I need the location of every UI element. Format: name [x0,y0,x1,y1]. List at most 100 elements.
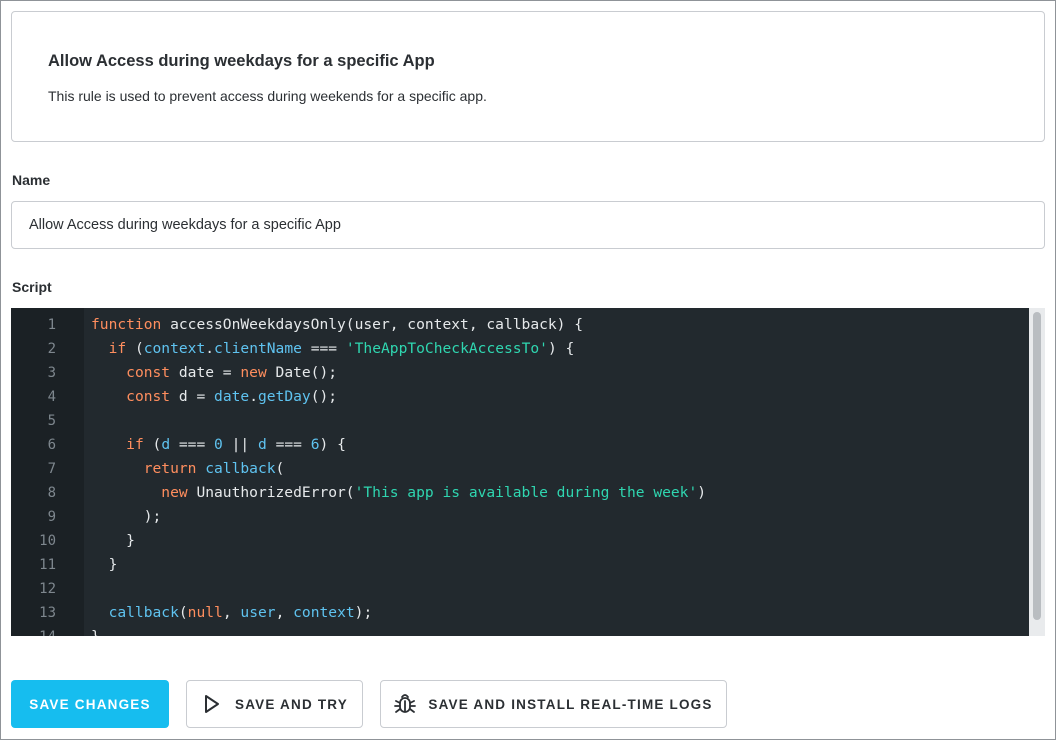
code-token: d [258,436,267,453]
code-line[interactable]: 9 ); [11,505,1029,529]
code-line[interactable]: 5 [11,409,1029,433]
editor-scrollbar[interactable] [1029,308,1045,636]
line-number: 9 [47,509,56,525]
code-line[interactable]: 1 function accessOnWeekdaysOnly(user, con… [11,313,1029,337]
code-token: . [205,340,215,357]
code-line[interactable]: 13 callback(null, user, context); [11,601,1029,625]
code-token: ); [91,508,162,525]
code-token: if [126,436,144,453]
code-text: function accessOnWeekdaysOnly(user, cont… [91,313,583,337]
code-token: ) { [319,436,346,453]
line-number: 5 [47,413,56,429]
code-line[interactable]: 6 if (d === 0 || d === 6) { [11,433,1029,457]
code-line[interactable]: 3 const date = new Date(); [11,361,1029,385]
code-token: callback [205,460,276,477]
code-token: } [91,532,135,549]
code-token: ( [178,604,188,621]
code-token: new [240,364,267,381]
code-text: return callback( [91,457,285,481]
line-number: 11 [39,557,56,573]
code-token: context [293,604,355,621]
code-token: 0 [214,436,223,453]
name-label: Name [12,172,51,188]
code-text: const date = new Date(); [91,361,337,385]
code-token: ( [143,436,162,453]
rule-info-card: Allow Access during weekdays for a speci… [11,11,1045,142]
code-text: callback(null, user, context); [91,601,373,625]
code-token: null [187,604,223,621]
code-text: if (d === 0 || d === 6) { [91,433,346,457]
bug-icon [394,693,417,715]
script-label: Script [12,279,52,295]
code-text: } [91,553,118,577]
script-editor[interactable]: 1 function accessOnWeekdaysOnly(user, con… [11,308,1045,636]
code-line[interactable]: 8 new UnauthorizedError('This app is ava… [11,481,1029,505]
line-number: 3 [47,365,56,381]
code-token: (); [310,388,338,405]
line-number: 6 [47,437,56,453]
code-token: === [301,340,346,357]
line-number: 2 [47,341,56,357]
code-text: } [91,625,100,636]
name-input[interactable] [11,201,1045,249]
code-line[interactable]: 14} [11,625,1029,636]
save-and-try-button[interactable]: SAVE AND TRY [186,680,363,728]
save-and-install-logs-button[interactable]: SAVE AND INSTALL REAL-TIME LOGS [380,680,727,728]
code-token: . [249,388,258,405]
code-token: const [126,364,171,381]
editor-scrollbar-thumb[interactable] [1033,312,1041,620]
save-and-try-label: SAVE AND TRY [235,696,348,712]
code-token: d [161,436,171,453]
code-token: d = [170,388,215,405]
code-line[interactable]: 11 } [11,553,1029,577]
code-token: 'This app is available during the week' [354,484,698,501]
code-token: clientName [214,340,302,357]
rule-title: Allow Access during weekdays for a speci… [48,52,435,70]
code-token: 6 [310,436,320,453]
code-area[interactable]: 1 function accessOnWeekdaysOnly(user, con… [11,313,1029,636]
code-line[interactable]: 10 } [11,529,1029,553]
code-line[interactable]: 2 if (context.clientName === 'TheAppToCh… [11,337,1029,361]
code-line[interactable]: 4 const d = date.getDay(); [11,385,1029,409]
line-number: 7 [47,461,56,477]
code-token: user [240,604,276,621]
code-token: function [91,316,162,333]
code-token: ( [126,340,144,357]
line-number: 13 [39,605,56,621]
code-token: callback [108,604,179,621]
code-token: date = [170,364,241,381]
save-changes-label: SAVE CHANGES [29,696,151,712]
code-token: === [170,436,215,453]
save-changes-button[interactable]: SAVE CHANGES [11,680,169,728]
line-number: 1 [47,317,56,333]
code-token: Date(); [266,364,338,381]
code-text: } [91,529,135,553]
line-number: 14 [11,625,56,636]
code-token: if [108,340,127,357]
code-token: UnauthorizedError( [187,484,355,501]
code-token: getDay [257,388,311,405]
line-number: 8 [47,485,56,501]
code-token: 'TheAppToCheckAccessTo' [345,340,548,357]
play-icon [201,693,223,715]
code-token: ); [354,604,373,621]
code-token: , [275,604,294,621]
code-text: const d = date.getDay(); [91,385,337,409]
code-token: const [126,388,171,405]
code-token: accessOnWeekdaysOnly(user, context, call… [161,316,584,333]
code-line[interactable]: 7 return callback( [11,457,1029,481]
code-token: ) { [547,340,575,357]
code-token: } [91,556,118,573]
code-line[interactable]: 12 [11,577,1029,601]
code-token: , [222,604,241,621]
code-token: === [266,436,311,453]
code-token: new [161,484,188,501]
